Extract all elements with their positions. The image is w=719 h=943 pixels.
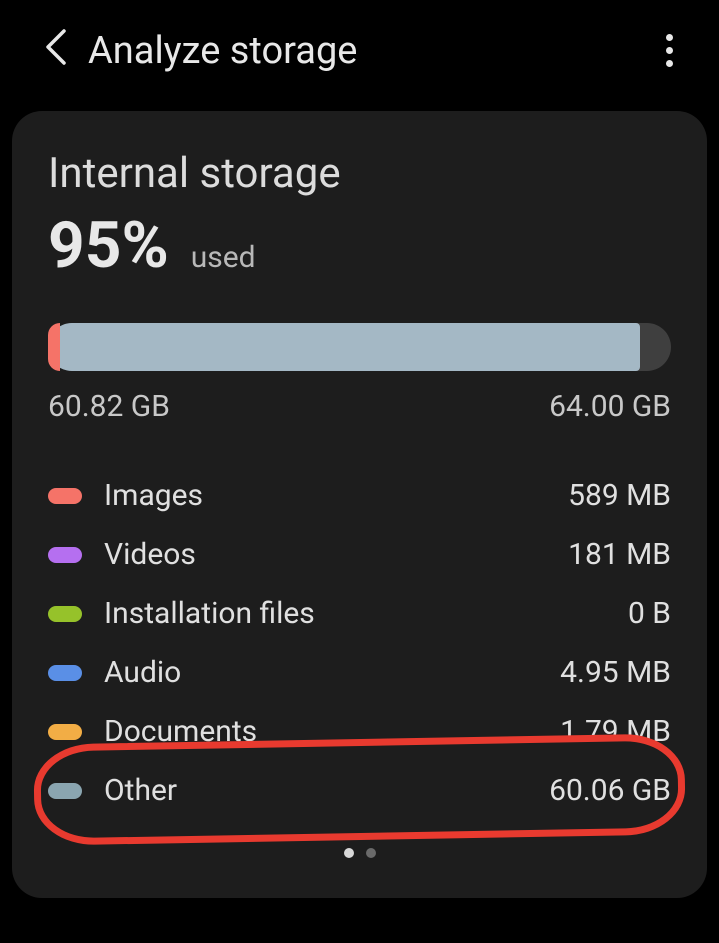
category-row[interactable]: Audio4.95 MB: [48, 643, 671, 702]
category-size: 1.79 MB: [560, 714, 671, 749]
category-label: Other: [104, 773, 549, 808]
page-dot-2[interactable]: [366, 848, 376, 858]
page-indicator: [12, 820, 707, 858]
category-size: 589 MB: [568, 478, 671, 513]
category-size: 4.95 MB: [560, 655, 671, 690]
category-label: Audio: [104, 655, 560, 690]
storage-bar-segment-images: [48, 323, 60, 371]
used-size: 60.82 GB: [48, 389, 170, 424]
category-label: Installation files: [104, 596, 628, 631]
section-title: Internal storage: [12, 139, 707, 198]
page-dot-1[interactable]: [344, 848, 354, 858]
app-header: Analyze storage: [0, 0, 719, 101]
category-color-icon: [48, 665, 82, 681]
used-percent-line: 95% used: [12, 198, 707, 313]
storage-card: Internal storage 95% used 60.82 GB 64.00…: [12, 111, 707, 898]
used-percent: 95%: [48, 208, 169, 283]
category-color-icon: [48, 606, 82, 622]
category-row[interactable]: Documents1.79 MB: [48, 702, 671, 761]
storage-bar: [48, 323, 671, 371]
category-row[interactable]: Other60.06 GB: [48, 761, 671, 820]
back-icon[interactable]: [24, 25, 78, 76]
category-size: 0 B: [628, 596, 671, 631]
storage-bar-labels: 60.82 GB 64.00 GB: [12, 381, 707, 456]
category-label: Documents: [104, 714, 560, 749]
category-size: 60.06 GB: [549, 773, 671, 808]
category-label: Videos: [104, 537, 568, 572]
used-label: used: [191, 240, 256, 275]
header-left: Analyze storage: [24, 25, 357, 76]
category-row[interactable]: Installation files0 B: [48, 584, 671, 643]
category-label: Images: [104, 478, 568, 513]
category-size: 181 MB: [568, 537, 671, 572]
category-list: Images589 MBVideos181 MBInstallation fil…: [12, 456, 707, 820]
category-color-icon: [48, 724, 82, 740]
category-color-icon: [48, 488, 82, 504]
category-color-icon: [48, 547, 82, 563]
page-title: Analyze storage: [88, 29, 357, 73]
overflow-menu-icon[interactable]: [648, 24, 691, 77]
category-row[interactable]: Images589 MB: [48, 466, 671, 525]
category-color-icon: [48, 783, 82, 799]
category-row[interactable]: Videos181 MB: [48, 525, 671, 584]
storage-bar-fill: [48, 323, 640, 371]
total-size: 64.00 GB: [549, 389, 671, 424]
